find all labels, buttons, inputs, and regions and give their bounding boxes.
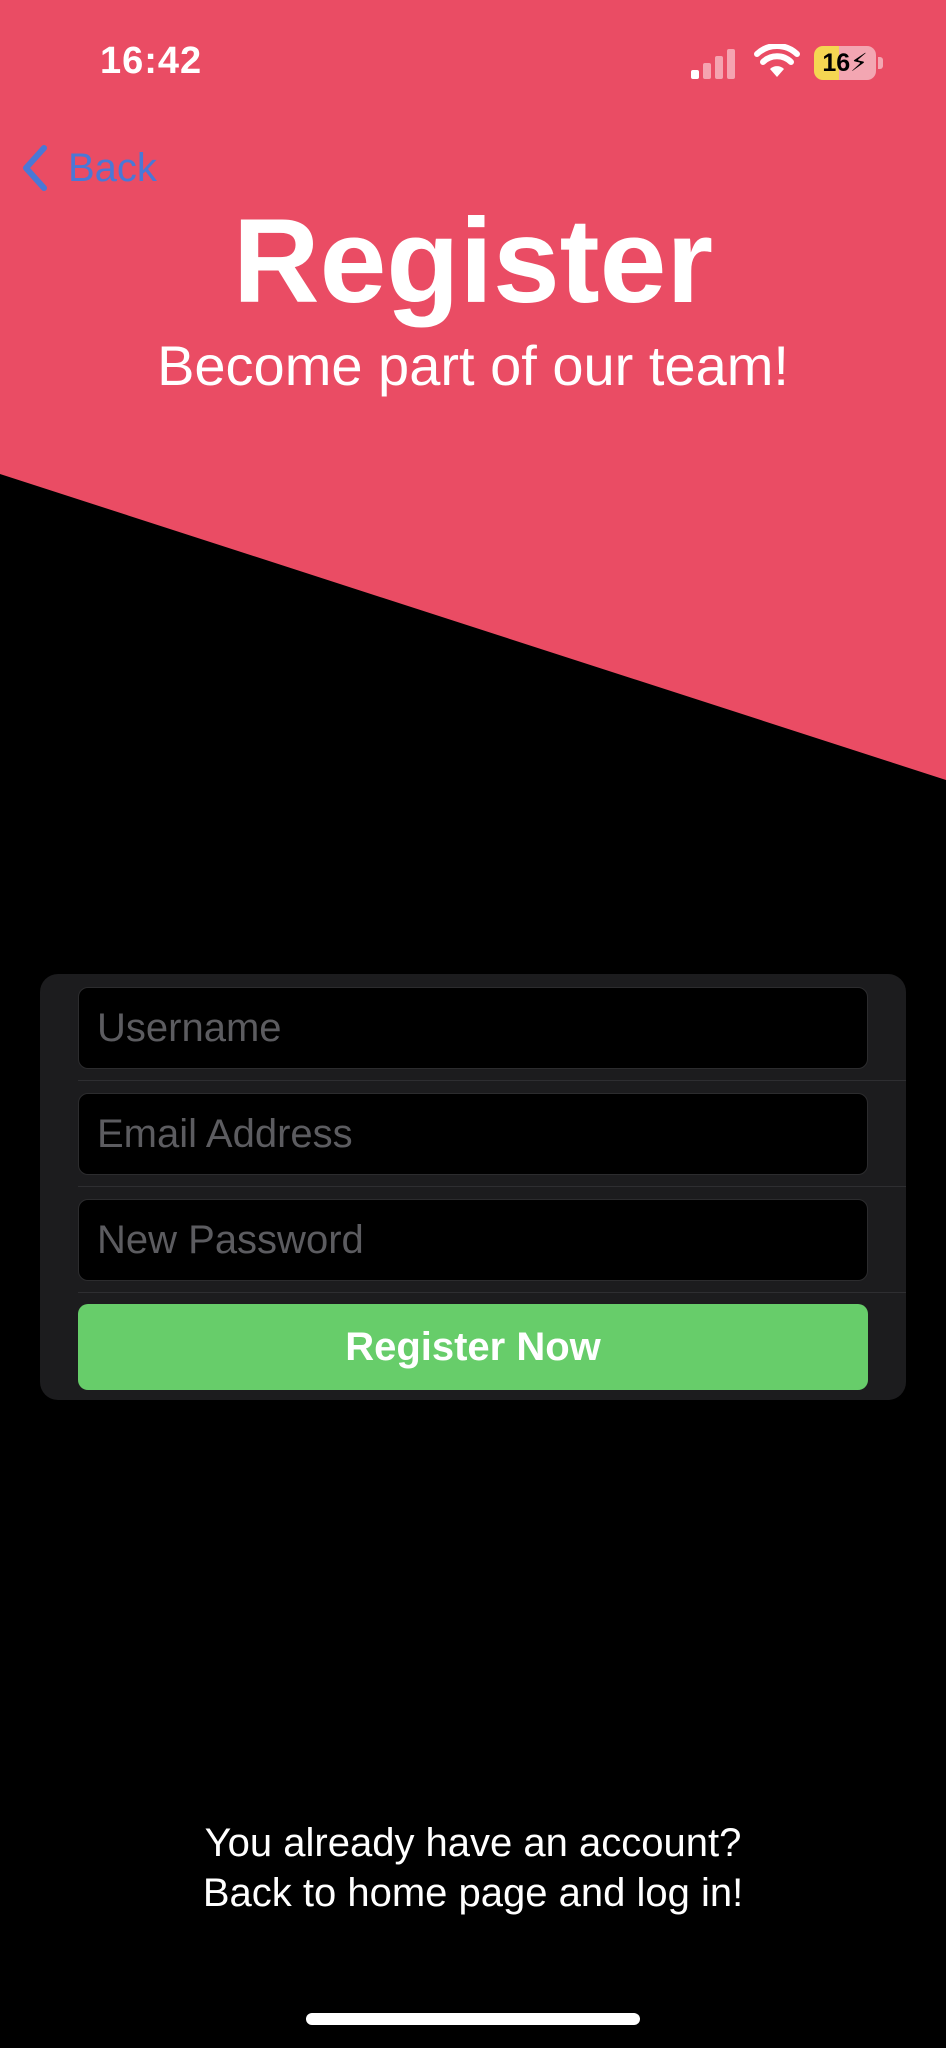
username-input[interactable] — [78, 987, 868, 1069]
home-indicator[interactable] — [306, 2013, 640, 2025]
page-subtitle: Become part of our team! — [157, 334, 789, 397]
signal-icon — [691, 49, 735, 79]
battery-level: 16⚡ — [822, 49, 868, 77]
login-prompt-line-1: You already have an account? — [204, 1821, 742, 1865]
login-prompt-line-2: Back to home page and log in! — [202, 1871, 744, 1915]
separator — [78, 1292, 906, 1293]
email-input[interactable] — [78, 1093, 868, 1175]
battery-charging-icon: 16⚡ — [814, 46, 884, 80]
register-form: Register Now — [40, 974, 906, 1400]
status-time: 16:42 — [100, 40, 203, 82]
status-bar: 16:42 16⚡ — [0, 0, 946, 120]
battery-cap — [878, 57, 883, 69]
separator — [78, 1186, 906, 1187]
page-title: Register — [232, 194, 714, 328]
chevron-left-icon — [23, 145, 47, 191]
register-screen: 16:42 16⚡ Back Register Become part of o… — [0, 0, 946, 2048]
register-now-button[interactable]: Register Now — [78, 1304, 868, 1390]
separator — [78, 1080, 906, 1081]
back-label: Back — [68, 145, 157, 190]
wifi-icon — [754, 44, 800, 77]
bolt-icon: ⚡ — [850, 49, 868, 77]
password-input[interactable] — [78, 1199, 868, 1281]
login-prompt[interactable]: You already have an account? Back to hom… — [0, 1818, 946, 1918]
back-button[interactable]: Back — [18, 140, 157, 196]
